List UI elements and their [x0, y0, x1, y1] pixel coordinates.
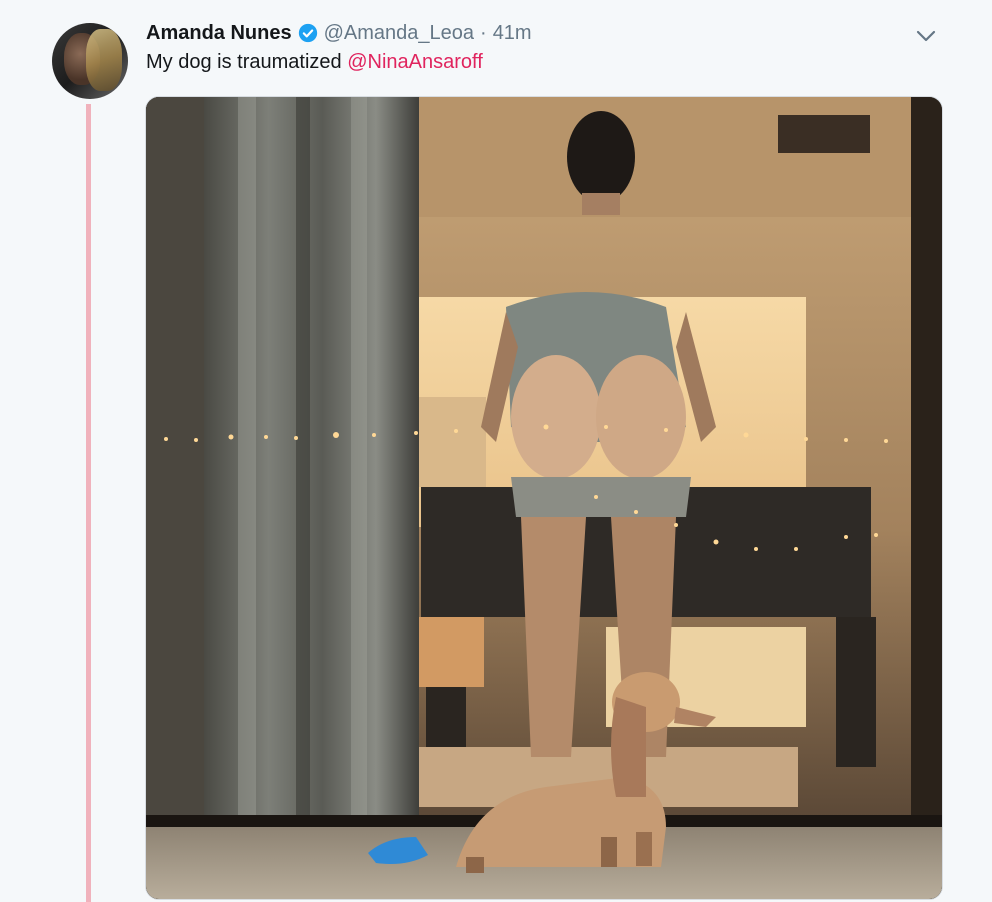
tweet-photo[interactable]	[145, 96, 943, 900]
tweet: Amanda Nunes @Amanda_Leoa · 41m My dog i…	[0, 0, 992, 902]
thread-line	[86, 104, 91, 902]
author-handle[interactable]: @Amanda_Leoa	[324, 22, 474, 45]
chevron-down-icon[interactable]	[912, 22, 940, 50]
header-separator: ·	[480, 21, 487, 44]
tweet-text: My dog is traumatized @NinaAnsaroff	[146, 51, 483, 74]
avatar[interactable]	[52, 23, 128, 99]
author-name[interactable]: Amanda Nunes	[146, 22, 292, 45]
tweet-timestamp[interactable]: 41m	[493, 22, 532, 45]
mention-link[interactable]: @NinaAnsaroff	[347, 51, 483, 73]
photo-illustration	[146, 97, 942, 899]
tweet-header: Amanda Nunes @Amanda_Leoa · 41m	[146, 19, 532, 47]
tweet-body: My dog is traumatized	[146, 51, 342, 73]
verified-badge-icon	[298, 23, 317, 43]
avatar-mask	[86, 29, 122, 91]
